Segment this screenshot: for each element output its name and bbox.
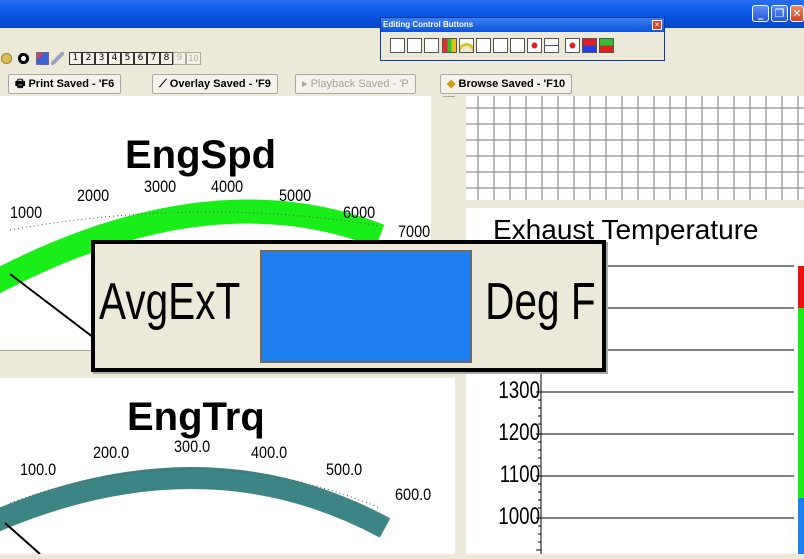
engspd-title: EngSpd [125, 133, 277, 177]
print-saved-button[interactable]: 🖶 Print Saved - 'F6 [8, 74, 122, 94]
close-button[interactable]: ✕ [790, 5, 804, 22]
dial-gauge-icon[interactable] [459, 38, 474, 53]
chart-edit-icon[interactable] [36, 52, 49, 65]
grid-lines [466, 96, 804, 200]
playback-saved-button[interactable]: ▸ Playback Saved - 'P [295, 74, 416, 94]
avgext-label: AvgExT [99, 273, 241, 331]
engtrq-needle [4, 522, 41, 554]
line-chart-icon[interactable] [493, 38, 508, 53]
page-button-8[interactable]: 8 [160, 52, 173, 65]
line-icon[interactable] [544, 38, 559, 53]
text-box-icon[interactable] [510, 38, 525, 53]
digital-display-icon[interactable] [476, 38, 491, 53]
indicator-light-icon[interactable] [527, 38, 542, 53]
engtrq-title: EngTrq [127, 395, 265, 439]
page-button-1[interactable]: 1 [69, 52, 82, 65]
printer-icon: 🖶 [15, 78, 29, 90]
engtrq-arc [0, 467, 391, 538]
bar-gauge-icon[interactable] [442, 38, 457, 53]
exhaust-y-tick: 1100 [499, 461, 540, 488]
page-button-4[interactable]: 4 [108, 52, 121, 65]
browse-saved-button[interactable]: ◆ Browse Saved - 'F10 [440, 74, 573, 94]
engtrq-label: 300.0 [174, 437, 211, 456]
engspd-label: 1000 [10, 203, 43, 222]
add-widget-icon[interactable] [390, 38, 405, 53]
avgext-unit: Deg F [485, 273, 596, 331]
overlay-chart-icon: ⟋ [159, 78, 170, 90]
palette-title[interactable]: Editing Control Buttons [381, 18, 664, 32]
editing-control-palette[interactable]: Editing Control Buttons ✕ [380, 17, 665, 61]
engtrq-label: 500.0 [326, 460, 363, 479]
engspd-label: 6000 [343, 203, 376, 222]
grid-panel [466, 96, 804, 200]
overlay-saved-label: Overlay Saved - 'F9 [169, 78, 271, 90]
minimize-button[interactable]: _ [752, 5, 769, 22]
engtrq-label: 400.0 [251, 443, 288, 462]
page-button-5[interactable]: 5 [121, 52, 134, 65]
engtrq-label: 200.0 [93, 443, 130, 462]
exhaust-y-tick: 1200 [498, 419, 540, 446]
folder-icon: ◆ [447, 78, 459, 90]
bulb-icon[interactable] [0, 52, 13, 65]
playback-saved-label: Playback Saved - 'P [310, 78, 409, 90]
overlay-saved-button[interactable]: ⟋ Overlay Saved - 'F9 [152, 74, 278, 94]
avgext-digital-display[interactable]: AvgExT Deg F [91, 240, 606, 372]
alarm-icon[interactable] [565, 38, 580, 53]
avgext-value-box [260, 250, 472, 363]
copy-widget-icon[interactable] [424, 38, 439, 53]
engspd-label: 3000 [144, 177, 177, 196]
page-button-7[interactable]: 7 [147, 52, 160, 65]
image-icon[interactable] [599, 38, 614, 53]
print-saved-label: Print Saved - 'F6 [28, 78, 115, 90]
wave-icon[interactable] [582, 38, 597, 53]
eraser-icon[interactable] [51, 52, 64, 65]
page-button-2[interactable]: 2 [82, 52, 95, 65]
engtrq-label: 600.0 [395, 485, 432, 504]
exhaust-y-tick: 1000 [498, 503, 540, 530]
record-icon[interactable] [17, 52, 30, 65]
page-button-9[interactable]: 9 [173, 52, 186, 65]
page-button-10[interactable]: 10 [186, 52, 201, 65]
browse-saved-label: Browse Saved - 'F10 [458, 78, 566, 90]
palette-close-button[interactable]: ✕ [652, 20, 662, 30]
engtrq-label: 100.0 [20, 460, 57, 479]
engspd-label: 4000 [211, 177, 244, 196]
page-button-6[interactable]: 6 [134, 52, 147, 65]
page-button-3[interactable]: 3 [95, 52, 108, 65]
restore-button[interactable]: ❐ [771, 5, 788, 22]
exhaust-y-tick: 1300 [498, 377, 540, 404]
engspd-label: 2000 [77, 186, 110, 205]
delete-widget-icon[interactable] [407, 38, 422, 53]
engspd-label: 7000 [398, 222, 431, 241]
play-icon: ▸ [302, 78, 311, 90]
engspd-label: 5000 [279, 186, 312, 205]
